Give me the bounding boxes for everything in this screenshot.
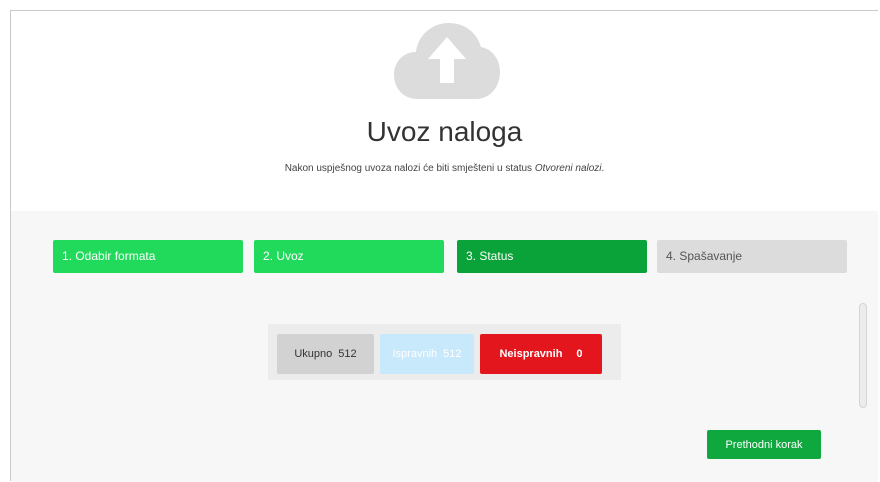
import-stats: Ukupno 512 Ispravnih 512 Neispravnih 0: [268, 324, 621, 380]
stat-invalid-label: Neispravnih: [499, 348, 563, 360]
stat-total-value: 512: [338, 348, 357, 360]
step-format[interactable]: 1. Odabir formata: [53, 240, 243, 273]
stat-valid-label: Ispravnih: [392, 348, 438, 360]
subtitle-suffix: .: [601, 163, 605, 174]
cloud-upload-icon: [394, 23, 500, 99]
page-subtitle: Nakon uspješnog uvoza nalozi će biti smj…: [11, 163, 878, 174]
stat-valid: Ispravnih 512: [380, 334, 474, 374]
stat-total: Ukupno 512: [277, 334, 374, 374]
stat-valid-value: 512: [443, 348, 462, 360]
step-save[interactable]: 4. Spašavanje: [657, 240, 847, 273]
step-import[interactable]: 2. Uvoz: [254, 240, 444, 273]
stat-total-label: Ukupno: [294, 348, 333, 360]
stat-invalid-value: 0: [576, 348, 583, 360]
dialog-header: Uvoz naloga Nakon uspješnog uvoza nalozi…: [11, 11, 878, 212]
page-title: Uvoz naloga: [366, 116, 523, 147]
subtitle-status: Otvoreni nalozi: [534, 163, 602, 174]
stat-invalid: Neispravnih 0: [480, 334, 602, 374]
dialog-body: 1. Odabir formata 2. Uvoz 3. Status 4. S…: [11, 211, 878, 482]
import-dialog: Uvoz naloga Nakon uspješnog uvoza nalozi…: [10, 10, 878, 482]
scrollbar[interactable]: [859, 303, 867, 408]
subtitle-text: Nakon uspješnog uvoza nalozi će biti smj…: [284, 163, 535, 174]
previous-step-button[interactable]: Prethodni korak: [707, 430, 821, 459]
step-status[interactable]: 3. Status: [457, 240, 647, 273]
